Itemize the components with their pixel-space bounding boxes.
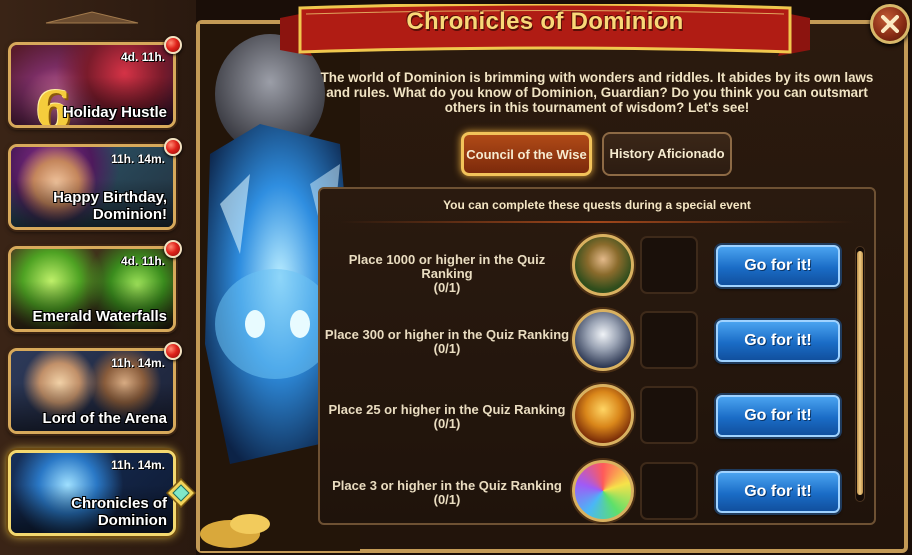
event-title: Emerald Waterfalls — [32, 308, 168, 325]
event-timer: 4d. 11h. — [120, 254, 165, 268]
event-card-emerald-waterfalls[interactable]: 4d. 11h. Emerald Waterfalls — [8, 246, 176, 332]
event-card-chronicles-of-dominion[interactable]: 11h. 14m. Chronicles of Dominion — [8, 450, 176, 536]
close-icon — [881, 15, 899, 33]
event-timer: 4d. 11h. — [120, 50, 165, 64]
quest-row: Place 1000 or higher in the Quiz Ranking… — [320, 232, 850, 302]
go-for-it-button[interactable]: Go for it! — [716, 471, 840, 513]
crystal-statue-icon — [572, 460, 634, 522]
notification-dot-icon — [164, 36, 182, 54]
go-for-it-button[interactable]: Go for it! — [716, 395, 840, 437]
scroll-up-arrow-icon[interactable] — [44, 10, 140, 24]
event-timer: 11h. 14m. — [110, 458, 165, 472]
quest-description: Place 3 or higher in the Quiz Ranking (0/… — [332, 478, 562, 507]
quest-description: Place 25 or higher in the Quiz Ranking (0… — [328, 402, 566, 431]
event-card-lord-of-the-arena[interactable]: 11h. 14m. Lord of the Arena — [8, 348, 176, 434]
close-button[interactable] — [870, 4, 910, 44]
reward-slot — [640, 386, 698, 444]
event-title: Holiday Hustle — [62, 104, 167, 121]
quest-row: Place 25 or higher in the Quiz Ranking (0… — [320, 382, 850, 452]
quest-description: Place 300 or higher in the Quiz Ranking(… — [324, 327, 570, 356]
quest-description: Place 1000 or higher in the Quiz Ranking… — [348, 252, 546, 295]
notification-dot-icon — [164, 138, 182, 156]
scrollbar-thumb[interactable] — [857, 251, 863, 495]
go-for-it-button[interactable]: Go for it! — [716, 320, 840, 362]
quest-row: Place 300 or higher in the Quiz Ranking(… — [320, 307, 850, 377]
reward-slot — [640, 462, 698, 520]
selected-gem-icon — [166, 478, 196, 508]
bronze-statue-icon — [572, 234, 634, 296]
silver-statue-icon — [572, 309, 634, 371]
event-timer: 11h. 14m. — [110, 152, 165, 166]
event-card-holiday-hustle[interactable]: 6 4d. 11h. Holiday Hustle — [8, 42, 176, 128]
event-card-happy-birthday[interactable]: 11h. 14m. Happy Birthday, Dominion! — [8, 144, 176, 230]
event-sidebar: 6 4d. 11h. Holiday Hustle 11h. 14m. Happ… — [0, 0, 196, 555]
event-title: Happy Birthday, Dominion! — [53, 189, 167, 223]
quest-scrollbar[interactable] — [855, 246, 865, 502]
event-title: Chronicles of Dominion — [71, 495, 167, 529]
quest-list-header: You can complete these quests during a s… — [443, 198, 751, 212]
event-description: The world of Dominion is brimming with w… — [320, 70, 874, 115]
reward-slot — [640, 311, 698, 369]
quest-row: Place 3 or higher in the Quiz Ranking (0/… — [320, 458, 850, 528]
tab-history-aficionado[interactable]: History Aficionado — [602, 132, 732, 176]
divider — [340, 221, 854, 223]
go-for-it-button[interactable]: Go for it! — [716, 245, 840, 287]
event-timer: 11h. 14m. — [110, 356, 165, 370]
page-title: Chronicles of Dominion — [406, 8, 684, 35]
tab-council-of-the-wise[interactable]: Council of the Wise — [461, 132, 592, 176]
notification-dot-icon — [164, 342, 182, 360]
reward-slot — [640, 236, 698, 294]
gold-statue-icon — [572, 384, 634, 446]
notification-dot-icon — [164, 240, 182, 258]
event-title: Lord of the Arena — [42, 410, 167, 427]
